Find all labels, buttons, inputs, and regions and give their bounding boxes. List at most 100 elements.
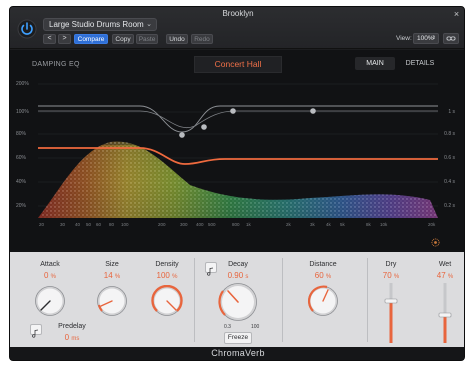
decay-number: 0.90 [227,271,244,280]
undo-button[interactable]: Undo [166,34,188,44]
percent-label: 100% [16,109,29,115]
damping-curve-upper [38,105,438,133]
tab-main[interactable]: MAIN [355,57,395,70]
freq-label: 800 [232,222,240,227]
freq-label: 2k [286,222,291,227]
attack-knob[interactable] [34,285,66,317]
size-knob[interactable] [96,285,128,317]
plugin-name: ChromaVerb [211,348,265,358]
freq-label: 10k [380,222,388,227]
freq-label: 80 [109,222,115,227]
predelay-unit: ms [71,336,80,342]
eq-handle-4[interactable] [310,108,316,114]
attack-unit: % [50,274,57,280]
freq-label: 3k [310,222,315,227]
compare-button[interactable]: Compare [74,34,108,44]
eq-handle-3[interactable] [230,108,236,114]
percent-label: 60% [16,155,27,161]
predelay-value[interactable]: 0 ms [52,333,92,342]
wet-label: Wet [438,261,452,268]
chevron-updown-icon: ⇕ [431,35,436,41]
note-icon [32,329,39,338]
plugin-window: Brooklyn × Large Studio Drums Room ⌄ < >… [9,6,465,361]
freq-label: 50 [86,222,92,227]
percent-label: 80% [16,131,27,137]
tab-details[interactable]: DETAILS [400,57,440,70]
damping-eq-label: DAMPING EQ [32,61,80,68]
damping-curve-lower [38,110,438,128]
dry-number: 70 [382,271,392,280]
freq-label: 8k [366,222,371,227]
wet-fader[interactable] [438,283,452,343]
spectrum-icon[interactable] [431,238,440,247]
dry-unit: % [393,274,400,280]
copy-button[interactable]: Copy [112,34,134,44]
predelay-number: 0 [64,333,70,342]
distance-value[interactable]: 60 % [303,271,343,280]
size-unit: % [114,274,121,280]
time-label: 0.4 s [444,179,455,185]
distance-knob[interactable] [307,285,339,317]
decay-value[interactable]: 0.90 s [218,271,258,280]
freq-label: 400 [196,222,204,227]
eq-handle-2[interactable] [201,124,207,130]
freq-label: 4k [326,222,331,227]
decay-label: Decay [228,261,248,268]
percent-label: 40% [16,179,27,185]
dry-value[interactable]: 70 % [371,271,411,280]
freq-label: 60 [96,222,102,227]
note-icon [207,267,214,276]
control-panel: Attack 0 % Size 14 % Density 100 % Prede… [10,252,464,347]
distance-label: Distance [309,261,337,268]
preset-select[interactable]: Large Studio Drums Room ⌄ [43,18,157,31]
time-label: 0.6 s [444,155,455,161]
percent-label: 20% [16,203,27,209]
reverb-display: DAMPING EQ Concert Hall MAIN DETAILS 20 0… [10,50,464,252]
time-label: 1 s [448,109,455,115]
window-title: Brooklyn [222,9,254,18]
view-zoom-select[interactable]: 100% ⇕ [413,33,439,44]
size-value[interactable]: 14 % [92,271,132,280]
dry-fader[interactable] [384,283,398,343]
freq-label: 20 [39,222,45,227]
decay-range-max: 100 [251,324,260,330]
freeze-button[interactable]: Freeze [224,332,252,344]
size-label: Size [105,261,119,268]
divider [282,258,283,342]
density-knob[interactable] [151,285,183,317]
plugin-footer: ChromaVerb [10,347,464,360]
wet-value[interactable]: 47 % [425,271,464,280]
attack-value[interactable]: 0 % [30,271,70,280]
freq-label: 30 [60,222,66,227]
wet-number: 47 [436,271,446,280]
view-label: View: [396,35,412,42]
power-icon[interactable] [17,19,37,39]
time-label: 0.8 s [444,131,455,137]
predelay-label: Predelay [58,323,86,330]
attack-label: Attack [40,261,60,268]
distance-number: 60 [314,271,324,280]
chevron-down-icon: ⌄ [146,21,152,28]
close-icon[interactable]: × [452,10,461,19]
decay-knob[interactable] [218,282,258,322]
dry-label: Dry [385,261,397,268]
freq-label: 40 [75,222,81,227]
eq-handle-1[interactable] [179,132,185,138]
paste-button[interactable]: Paste [136,34,158,44]
time-label: 0.2 s [444,203,455,209]
room-mode-select[interactable]: Concert Hall [194,56,282,73]
decay-sync-button[interactable] [205,262,217,276]
predelay-sync-button[interactable] [30,324,42,338]
redo-button[interactable]: Redo [191,34,213,44]
attack-number: 0 [43,271,49,280]
decay-range-min: 0.3 [224,324,231,330]
freq-label: 20k [428,222,436,227]
header-bar: Brooklyn × Large Studio Drums Room ⌄ < >… [10,7,464,49]
wet-unit: % [447,274,454,280]
next-preset-button[interactable]: > [58,34,71,44]
spectrum-visualization [38,141,438,218]
decay-unit: s [245,274,249,280]
density-value[interactable]: 100 % [147,271,187,280]
link-icon[interactable] [443,33,459,44]
prev-preset-button[interactable]: < [43,34,56,44]
